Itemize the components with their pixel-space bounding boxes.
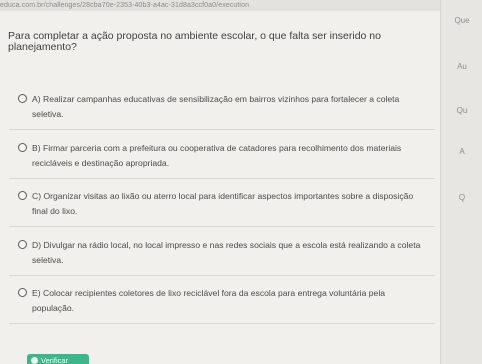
side-panel-item-0[interactable]: Que (441, 16, 482, 25)
side-panel-item-1[interactable]: Au (441, 62, 482, 71)
side-panel-item-4[interactable]: Q (441, 193, 482, 202)
verify-button[interactable]: Verificar (27, 354, 89, 364)
side-panel: Que Au Qu A Q (440, 0, 482, 364)
side-panel-item-3[interactable]: A (441, 147, 482, 156)
address-url: educa.com.br/challenges/28cba70e-2353-40… (0, 2, 250, 9)
radio-button[interactable] (18, 94, 27, 103)
radio-button[interactable] (18, 240, 27, 249)
question-text: Para completar a ação proposta no ambien… (8, 30, 381, 53)
option-label: B) Firmar parceria com a prefeitura ou c… (32, 143, 402, 168)
option-label: C) Organizar visitas ao lixão ou aterro … (32, 191, 414, 216)
address-bar[interactable]: educa.com.br/challenges/28cba70e-2353-40… (0, 0, 482, 11)
radio-button[interactable] (18, 143, 27, 152)
side-panel-item-2[interactable]: Qu (441, 106, 482, 115)
option-label: A) Realizar campanhas educativas de sens… (32, 94, 400, 119)
option-d[interactable]: D) Divulgar na rádio local, no local imp… (9, 235, 435, 276)
verify-button-label: Verificar (41, 356, 69, 364)
radio-button[interactable] (18, 191, 27, 200)
option-b[interactable]: B) Firmar parceria com a prefeitura ou c… (9, 138, 435, 179)
option-label: D) Divulgar na rádio local, no local imp… (32, 240, 421, 265)
radio-button[interactable] (18, 288, 27, 297)
option-c[interactable]: C) Organizar visitas ao lixão ou aterro … (9, 186, 435, 227)
option-a[interactable]: A) Realizar campanhas educativas de sens… (9, 89, 435, 130)
check-circle-icon (31, 357, 38, 364)
option-e[interactable]: E) Colocar recipientes coletores de lixo… (9, 283, 435, 324)
option-label: E) Colocar recipientes coletores de lixo… (32, 288, 386, 313)
